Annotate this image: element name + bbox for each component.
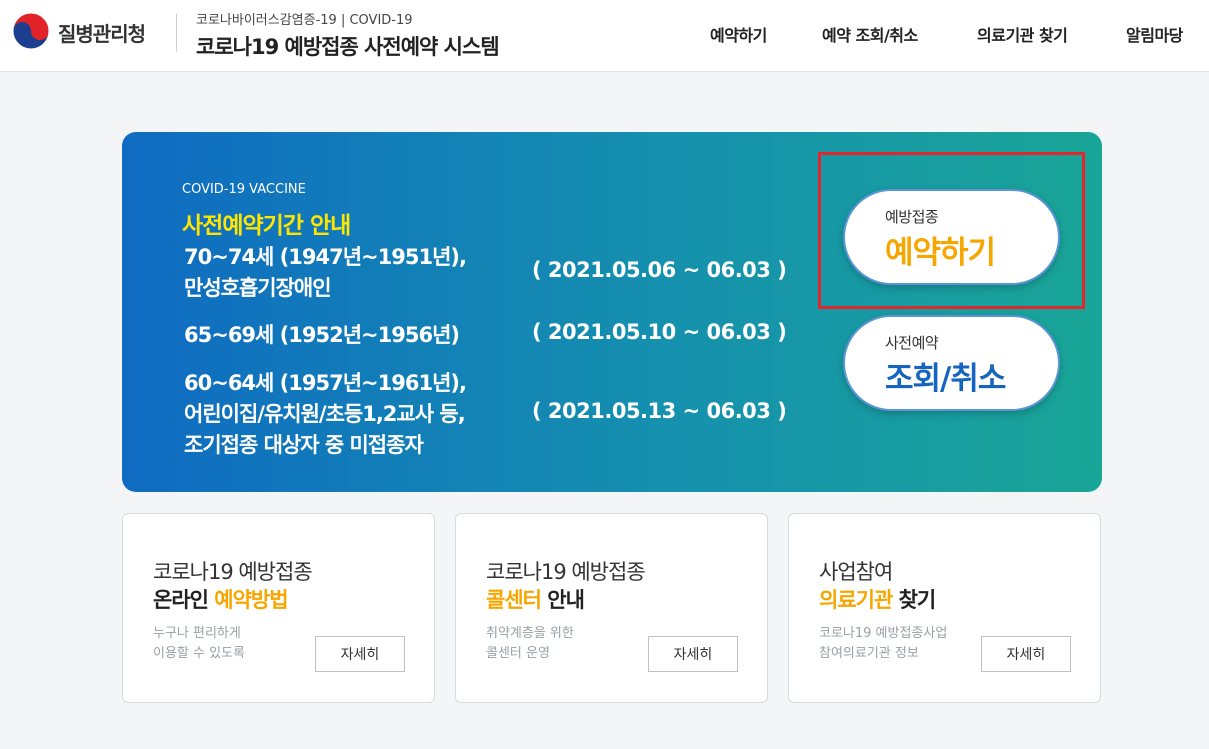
banner-title: 사전예약기간 안내 [182,213,351,239]
card-subheading: 의료기관 찾기 [819,584,937,614]
card-heading: 사업참여 [819,560,893,584]
age-group-line: 만성호흡기장애인 [184,276,332,300]
age-group-line: 어린이집/유치원/초등1,2교사 등, [184,402,466,426]
card-detail-button[interactable]: 자세히 [648,636,738,672]
reserve-button-label: 예약하기 [885,235,996,271]
header-divider [176,14,177,52]
lookup-button-caption: 사전예약 [885,334,939,352]
age-group-line: 조기접종 대상자 중 미접종자 [184,433,424,457]
top-header: 질병관리청 코로나바이러스감염증-19 | COVID-19 코로나19 예방접… [0,0,1209,72]
card-subheading-highlight: 의료기관 [819,588,893,612]
card-description: 누구나 편리하게 이용할 수 있도록 [153,624,245,664]
banner-label: COVID-19 VACCINE [182,182,306,197]
card-detail-button[interactable]: 자세히 [315,636,405,672]
age-group-line: 65~69세 (1952년~1956년) [184,323,460,347]
card-description: 코로나19 예방접종사업 참여의료기관 정보 [819,624,947,664]
reserve-button[interactable]: 예방접종 예약하기 [843,189,1060,285]
age-group-1: 70~74세 (1947년~1951년), 만성호흡기장애인 [184,242,467,304]
card-heading: 코로나19 예방접종 [486,560,646,584]
period-2: ( 2021.05.10 ~ 06.03 ) [532,320,787,344]
age-group-2: 65~69세 (1952년~1956년) [184,320,460,351]
card-subheading-highlight: 예약방법 [214,588,288,612]
card-description-line: 콜센터 운영 [486,646,550,661]
age-group-line: 60~64세 (1957년~1961년), [184,371,467,395]
lookup-button-label: 조회/취소 [885,361,1006,397]
card-subheading: 온라인 예약방법 [153,584,289,614]
nav-notice[interactable]: 알림마당 [1126,22,1183,46]
nav-find-clinic[interactable]: 의료기관 찾기 [977,22,1068,46]
card-heading: 코로나19 예방접종 [153,560,313,584]
reserve-button-caption: 예방접종 [885,208,939,226]
card-description: 취약계층을 위한 콜센터 운영 [486,624,574,664]
card-description-line: 코로나19 예방접종사업 [819,626,948,641]
card-subheading: 콜센터 안내 [486,584,585,614]
age-group-3: 60~64세 (1957년~1961년), 어린이집/유치원/초등1,2교사 등… [184,368,467,461]
card-subheading-dark: 온라인 [153,588,215,612]
card-detail-button[interactable]: 자세히 [981,636,1071,672]
card-call-center: 코로나19 예방접종 콜센터 안내 취약계층을 위한 콜센터 운영 자세히 [455,513,768,703]
card-description-line: 이용할 수 있도록 [153,646,245,661]
card-find-clinic: 사업참여 의료기관 찾기 코로나19 예방접종사업 참여의료기관 정보 자세히 [788,513,1101,703]
period-3: ( 2021.05.13 ~ 06.03 ) [532,399,787,423]
card-subheading-highlight: 콜센터 [486,588,542,612]
site-title[interactable]: 코로나19 예방접종 사전예약 시스템 [196,31,500,61]
period-1: ( 2021.05.06 ~ 06.03 ) [532,258,787,282]
card-subheading-dark: 찾기 [892,588,937,612]
site-subtitle: 코로나바이러스감염증-19 | COVID-19 [196,13,413,28]
card-online-reservation: 코로나19 예방접종 온라인 예약방법 누구나 편리하게 이용할 수 있도록 자… [122,513,435,703]
card-subheading-dark: 안내 [540,588,585,612]
card-description-line: 참여의료기관 정보 [819,646,919,661]
age-group-line: 70~74세 (1947년~1951년), [184,245,467,269]
lookup-cancel-button[interactable]: 사전예약 조회/취소 [843,315,1060,411]
nav-reserve[interactable]: 예약하기 [710,22,767,46]
kdca-logo-icon [12,12,50,50]
card-description-line: 취약계층을 위한 [486,626,574,641]
agency-name[interactable]: 질병관리청 [58,18,146,47]
nav-lookup-cancel[interactable]: 예약 조회/취소 [822,22,918,46]
card-description-line: 누구나 편리하게 [153,626,241,641]
